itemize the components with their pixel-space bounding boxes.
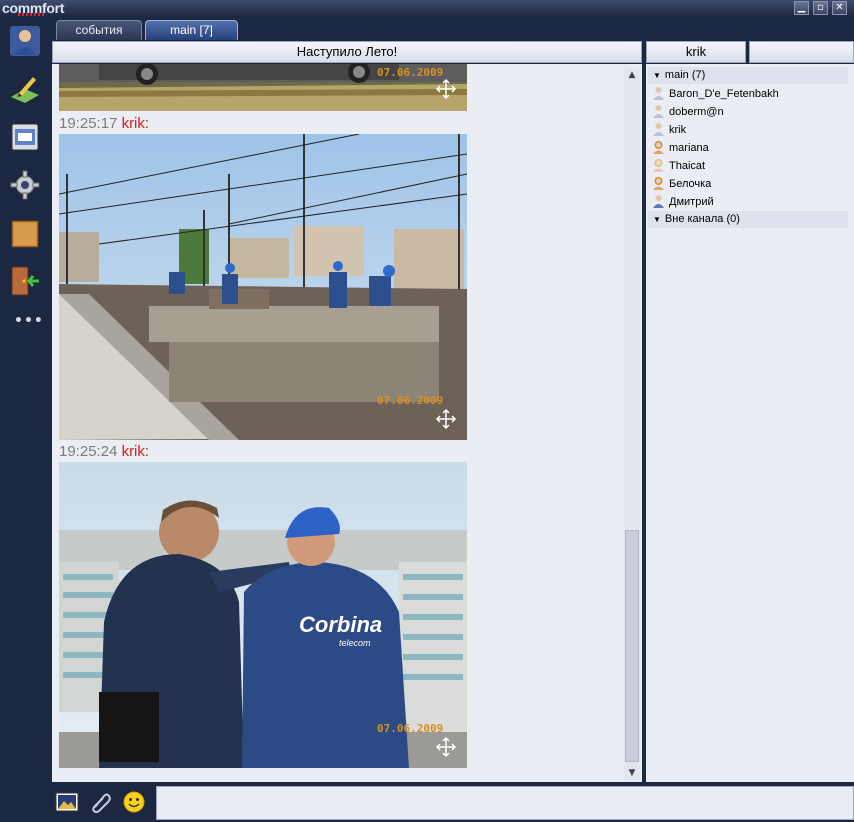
- male-user-icon: [652, 122, 665, 136]
- message-nick[interactable]: krik:: [122, 443, 150, 460]
- channel-group-header[interactable]: ▼ main (7): [648, 67, 848, 84]
- maximize-button[interactable]: ▫: [813, 1, 828, 15]
- svg-text:telecom: telecom: [339, 638, 371, 648]
- message-time: 19:25:17: [59, 115, 118, 132]
- user-list-item[interactable]: doberm@n: [652, 103, 724, 121]
- user-list-item[interactable]: krik: [652, 121, 686, 139]
- svg-text:Corbina: Corbina: [299, 612, 382, 637]
- chat-log: 07.06.2009 19:25:17 krik: 07.06.2009 19:…: [52, 64, 642, 782]
- expand-icon[interactable]: [435, 408, 457, 430]
- expand-icon[interactable]: [435, 736, 457, 758]
- scroll-up-icon[interactable]: ▲: [624, 68, 640, 82]
- user-list-item[interactable]: Thaicat: [652, 157, 705, 175]
- user-list-item[interactable]: mariana: [652, 139, 709, 157]
- expand-icon[interactable]: [435, 78, 457, 100]
- left-sidebar: •••: [0, 17, 50, 822]
- title-bar: commfort ▁ ▫ ✕: [0, 0, 854, 17]
- settings-gear-icon[interactable]: [9, 169, 41, 201]
- tab-main[interactable]: main [7]: [145, 20, 238, 40]
- smiley-icon[interactable]: [122, 791, 146, 813]
- minimize-button[interactable]: ▁: [794, 1, 809, 15]
- app-logo: commfort: [2, 0, 65, 16]
- message-input[interactable]: [156, 786, 854, 820]
- message-nick[interactable]: krik:: [122, 115, 150, 132]
- chat-photo[interactable]: Corbina telecom 07.06.2009: [59, 462, 467, 768]
- channel-topic: Наступило Лето!: [52, 41, 642, 63]
- collapse-triangle-icon[interactable]: ▼: [653, 67, 661, 84]
- photo-date-stamp: 07.06.2009: [377, 722, 444, 735]
- attach-paperclip-icon[interactable]: [89, 791, 113, 813]
- offline-group-header[interactable]: ▼ Вне канала (0): [648, 211, 848, 228]
- tab-events[interactable]: события: [56, 20, 142, 40]
- status-button[interactable]: [749, 41, 854, 63]
- female-user-icon: [652, 158, 665, 172]
- chat-photo-partial[interactable]: 07.06.2009: [59, 64, 467, 111]
- male-user-icon: [652, 86, 665, 100]
- user-list-item[interactable]: Дмитрий: [652, 193, 714, 211]
- message-header: 19:25:24 krik:: [59, 443, 149, 460]
- more-icon[interactable]: •••: [14, 313, 44, 329]
- user-profile-icon[interactable]: [9, 25, 41, 57]
- scroll-down-icon[interactable]: ▼: [624, 766, 640, 780]
- current-user-button[interactable]: krik: [646, 41, 746, 63]
- male-user-icon: [652, 104, 665, 118]
- folder-icon[interactable]: [9, 217, 41, 249]
- male-user-icon: [652, 194, 665, 208]
- collapse-triangle-icon[interactable]: ▼: [653, 211, 661, 228]
- image-icon[interactable]: [55, 791, 79, 813]
- news-board-icon[interactable]: [9, 121, 41, 153]
- tabs-row: события main [7]: [52, 18, 854, 40]
- message-time: 19:25:24: [59, 443, 118, 460]
- user-list-panel: ▼ main (7) Baron_D'e_Fetenbakh doberm@n k…: [646, 64, 854, 782]
- user-list-item[interactable]: Белочка: [652, 175, 711, 193]
- female-user-icon: [652, 176, 665, 190]
- user-list-item[interactable]: Baron_D'e_Fetenbakh: [652, 85, 779, 103]
- chat-scrollbar[interactable]: ▲ ▼: [624, 68, 640, 780]
- scroll-thumb[interactable]: [625, 530, 639, 762]
- message-header: 19:25:17 krik:: [59, 115, 149, 132]
- close-button[interactable]: ✕: [832, 1, 847, 15]
- chat-photo[interactable]: 07.06.2009: [59, 134, 467, 440]
- edit-note-icon[interactable]: [9, 73, 41, 105]
- photo-date-stamp: 07.06.2009: [377, 66, 444, 79]
- photo-date-stamp: 07.06.2009: [377, 394, 444, 407]
- exit-door-icon[interactable]: [9, 265, 41, 297]
- female-user-icon: [652, 140, 665, 154]
